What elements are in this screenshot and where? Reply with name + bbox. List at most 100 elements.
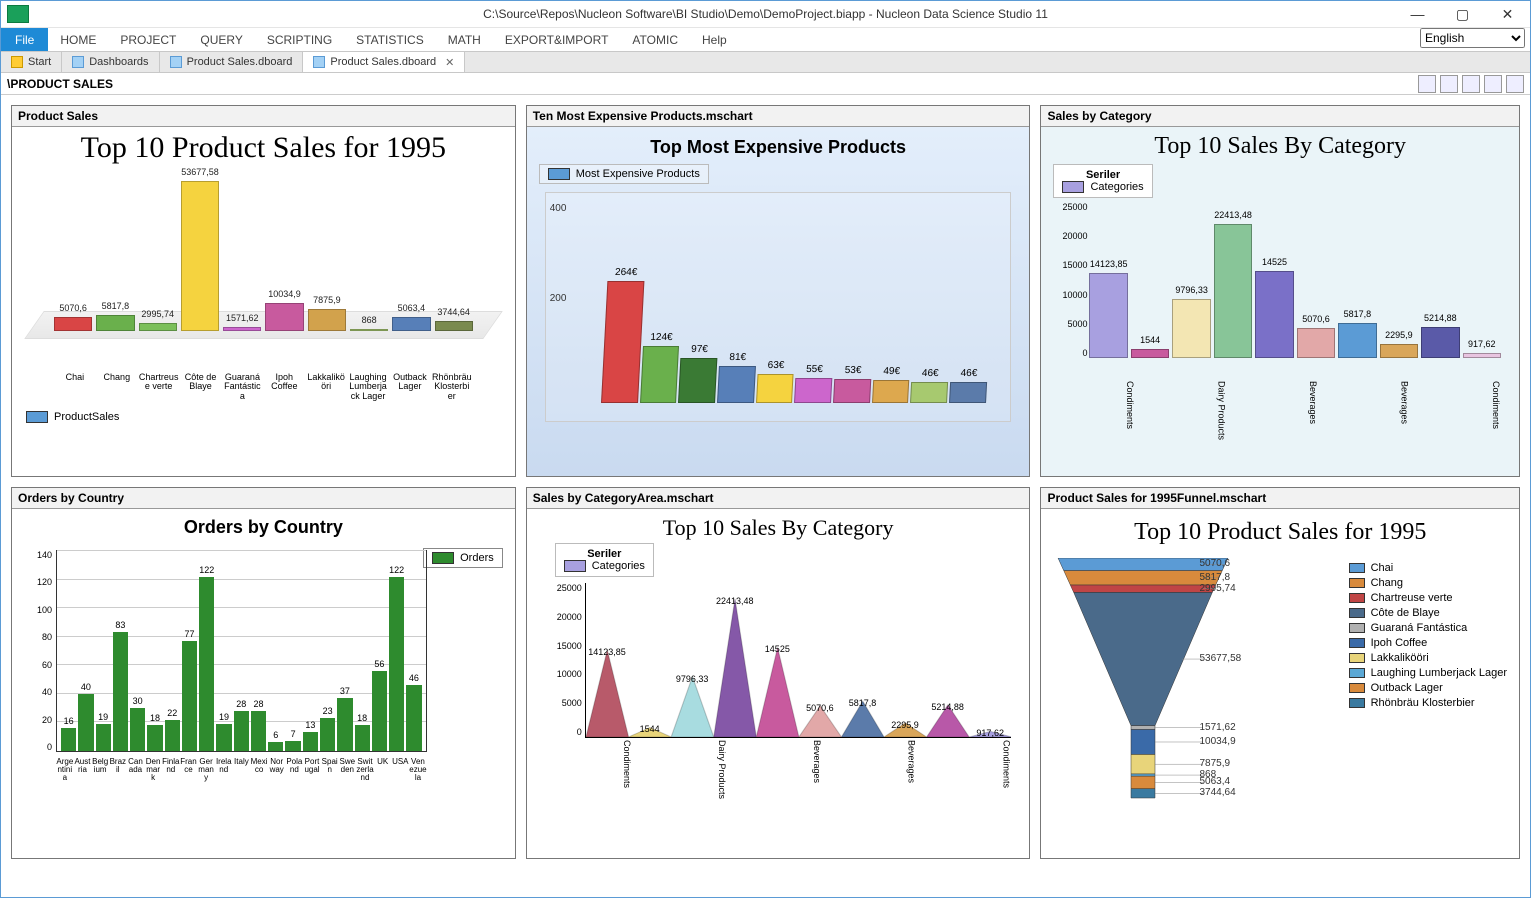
menu-statistics[interactable]: STATISTICS — [344, 28, 436, 51]
language-select[interactable]: English — [1420, 28, 1525, 48]
panel-header: Sales by Category — [1041, 106, 1519, 127]
breadcrumb-bar: \PRODUCT SALES — [1, 73, 1530, 95]
bar: 5070,6 — [1297, 328, 1335, 358]
bar: 63€ — [755, 374, 793, 403]
tab-label: Start — [28, 56, 51, 68]
dashboard-icon — [170, 56, 182, 68]
bar: 7875,9 — [308, 309, 346, 331]
panel-header: Product Sales — [12, 106, 515, 127]
bar: 13 — [303, 732, 318, 751]
bar: 264€ — [601, 281, 644, 403]
menu-project[interactable]: PROJECT — [108, 28, 188, 51]
bar: 46€ — [949, 382, 987, 403]
titlebar: C:\Source\Repos\Nucleon Software\BI Stud… — [1, 1, 1530, 27]
panel-orders-by-country: Orders by Country Orders by Country Orde… — [11, 487, 516, 859]
panel-header: Sales by CategoryArea.mschart — [527, 488, 1030, 509]
bar: 122 — [389, 577, 404, 751]
chart-sales-category-area: Top 10 Sales By Category Seriler Categor… — [527, 509, 1030, 858]
bar: 22413,48 — [1214, 224, 1252, 358]
panel-funnel: Product Sales for 1995Funnel.mschart Top… — [1040, 487, 1520, 859]
tab-product-sales-1[interactable]: Product Sales.dboard — [160, 52, 304, 72]
tab-start[interactable]: Start — [1, 52, 62, 72]
bar: 55€ — [794, 378, 832, 403]
bar: 19 — [216, 724, 231, 751]
y-tick: 400 — [550, 203, 567, 214]
chart-funnel: Top 10 Product Sales for 1995 5070,65817… — [1041, 509, 1519, 858]
chart-legend: Most Expensive Products — [539, 164, 709, 184]
legend-item: Lakkalikööri — [1349, 652, 1507, 664]
bar: 3744,64 — [435, 321, 473, 331]
bar: 30 — [130, 708, 145, 751]
tab-label: Dashboards — [89, 56, 148, 68]
star-icon — [11, 56, 23, 68]
breadcrumb: \PRODUCT SALES — [7, 77, 113, 91]
add-icon[interactable] — [1418, 75, 1436, 93]
export-icon[interactable] — [1484, 75, 1502, 93]
bar: 83 — [113, 632, 128, 751]
bar: 19 — [96, 724, 111, 751]
chart-legend: ChaiChangChartreuse verteCôte de BlayeGu… — [1349, 562, 1507, 712]
menu-file[interactable]: File — [1, 28, 48, 51]
y-tick: 200 — [550, 293, 567, 304]
chart-title: Top Most Expensive Products — [535, 137, 1022, 158]
menu-atomic[interactable]: ATOMIC — [620, 28, 690, 51]
close-button[interactable]: ✕ — [1485, 1, 1530, 27]
print-icon[interactable] — [1462, 75, 1480, 93]
bar: 22 — [165, 720, 180, 751]
tab-product-sales-2[interactable]: Product Sales.dboard✕ — [303, 52, 465, 72]
chart-orders-by-country: Orders by Country Orders 020406080100120… — [12, 509, 515, 858]
bar: 23 — [320, 718, 335, 751]
legend-item: Ipoh Coffee — [1349, 637, 1507, 649]
bar: 5063,4 — [392, 317, 430, 331]
bar: 124€ — [639, 346, 679, 403]
chart-legend: ProductSales — [26, 411, 501, 423]
chart-title: Top 10 Sales By Category — [535, 515, 1022, 541]
window-title: C:\Source\Repos\Nucleon Software\BI Stud… — [483, 7, 1048, 21]
save-icon[interactable] — [1440, 75, 1458, 93]
bar: 46€ — [910, 382, 948, 403]
bar: 7 — [285, 741, 300, 751]
funnel-callout: 3744,64 — [1199, 787, 1235, 798]
menubar: File HOME PROJECT QUERY SCRIPTING STATIS… — [1, 27, 1530, 51]
funnel-callout: 5070,6 — [1199, 558, 1230, 569]
bar: 49€ — [871, 380, 909, 403]
bar: 97€ — [678, 358, 717, 403]
menu-help[interactable]: Help — [690, 28, 739, 51]
bar: 18 — [355, 725, 370, 751]
bar: 1544 — [1131, 349, 1169, 358]
menu-home[interactable]: HOME — [48, 28, 108, 51]
chart-legend: Seriler Categories — [555, 543, 654, 577]
chart-most-expensive: Top Most Expensive Products Most Expensi… — [527, 127, 1030, 476]
dashboard-icon — [313, 56, 325, 68]
funnel-callout: 7875,9 — [1199, 758, 1230, 769]
bar: 28 — [234, 711, 249, 751]
chart-title: Top 10 Sales By Category — [1049, 133, 1511, 160]
bar: 46 — [406, 685, 421, 751]
settings-icon[interactable] — [1506, 75, 1524, 93]
panel-expensive-products: Ten Most Expensive Products.mschart Top … — [526, 105, 1031, 477]
panel-sales-by-category: Sales by Category Top 10 Sales By Catego… — [1040, 105, 1520, 477]
funnel-callout: 5817,8 — [1199, 572, 1230, 583]
menu-query[interactable]: QUERY — [188, 28, 254, 51]
menu-exportimport[interactable]: EXPORT&IMPORT — [493, 28, 621, 51]
legend-item: Laughing Lumberjack Lager — [1349, 667, 1507, 679]
bar: 53€ — [833, 379, 871, 404]
menu-scripting[interactable]: SCRIPTING — [255, 28, 344, 51]
panel-header: Product Sales for 1995Funnel.mschart — [1041, 488, 1519, 509]
legend-item: Chartreuse verte — [1349, 592, 1507, 604]
minimize-button[interactable]: — — [1395, 1, 1440, 27]
bar: 14123,85 — [1089, 273, 1127, 358]
bar: 1571,62 — [223, 327, 261, 331]
tab-close-icon[interactable]: ✕ — [445, 56, 454, 69]
legend-item: Rhönbräu Klosterbier — [1349, 697, 1507, 709]
funnel-callout: 53677,58 — [1199, 653, 1241, 664]
tab-label: Product Sales.dboard — [187, 56, 293, 68]
chart-title: Orders by Country — [20, 517, 507, 538]
bar: 53677,58 — [181, 181, 219, 331]
bar: 16 — [61, 728, 76, 751]
app-icon — [7, 5, 29, 23]
maximize-button[interactable]: ▢ — [1440, 1, 1485, 27]
tab-dashboards[interactable]: Dashboards — [62, 52, 159, 72]
bar: 2295,9 — [1380, 344, 1418, 358]
menu-math[interactable]: MATH — [436, 28, 493, 51]
